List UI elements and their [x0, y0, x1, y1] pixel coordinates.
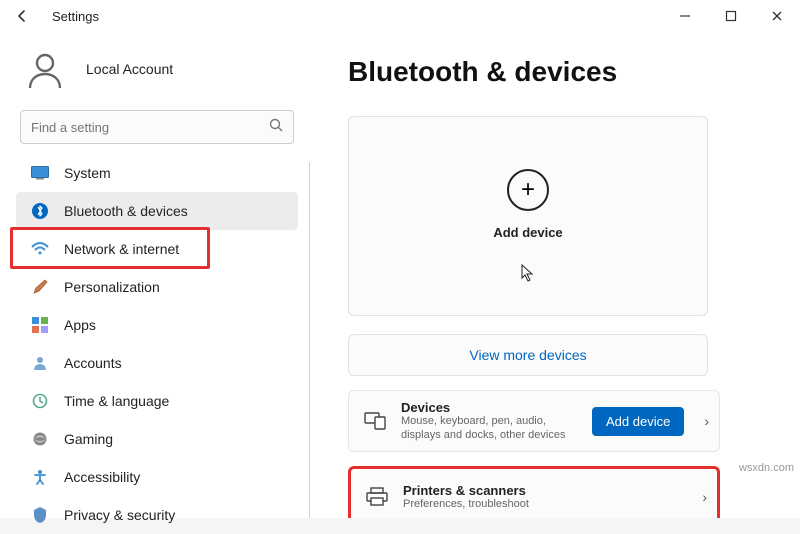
printer-icon: [365, 485, 389, 509]
devices-text: Devices Mouse, keyboard, pen, audio, dis…: [401, 400, 578, 441]
clock-icon: [30, 391, 50, 411]
watermark: wsxdn.com: [739, 462, 794, 474]
nav-label: Accessibility: [64, 469, 140, 485]
shield-icon: [30, 505, 50, 525]
maximize-button[interactable]: [708, 0, 754, 32]
arrow-left-icon: [14, 8, 30, 24]
account-block[interactable]: Local Account: [22, 46, 300, 92]
devices-icon: [363, 409, 387, 433]
search-input[interactable]: [20, 110, 294, 144]
add-device-card[interactable]: + Add device: [348, 116, 708, 316]
printers-title: Printers & scanners: [403, 483, 682, 498]
user-icon: [24, 48, 66, 90]
nav-label: Personalization: [64, 279, 160, 295]
nav-label: Accounts: [64, 355, 122, 371]
printers-row[interactable]: Printers & scanners Preferences, trouble…: [348, 466, 720, 518]
sidebar: Local Account System Bluetooth & devices: [0, 32, 310, 518]
nav-label: Bluetooth & devices: [64, 203, 188, 219]
sidebar-item-personalization[interactable]: Personalization: [16, 268, 298, 306]
avatar: [22, 46, 68, 92]
back-button[interactable]: [8, 2, 36, 30]
brush-icon: [30, 277, 50, 297]
printers-text: Printers & scanners Preferences, trouble…: [403, 483, 682, 511]
chevron-right-icon: ›: [702, 489, 707, 505]
plus-icon: +: [507, 169, 549, 211]
search-icon: [269, 118, 284, 133]
add-device-label: Add device: [493, 225, 562, 240]
account-name: Local Account: [86, 61, 173, 77]
printers-sub: Preferences, troubleshoot: [403, 498, 682, 511]
accessibility-icon: [30, 467, 50, 487]
chevron-right-icon: ›: [704, 413, 709, 429]
nav-label: System: [64, 165, 111, 181]
sidebar-item-gaming[interactable]: Gaming: [16, 420, 298, 458]
sidebar-item-accessibility[interactable]: Accessibility: [16, 458, 298, 496]
sidebar-item-bluetooth[interactable]: Bluetooth & devices: [16, 192, 298, 230]
devices-sub: Mouse, keyboard, pen, audio, displays an…: [401, 415, 578, 441]
content-area: Local Account System Bluetooth & devices: [0, 32, 800, 518]
nav-label: Gaming: [64, 431, 113, 447]
main-panel: Bluetooth & devices + Add device View mo…: [310, 32, 800, 518]
accounts-icon: [30, 353, 50, 373]
sidebar-item-accounts[interactable]: Accounts: [16, 344, 298, 382]
sidebar-item-apps[interactable]: Apps: [16, 306, 298, 344]
sidebar-item-network[interactable]: Network & internet: [16, 230, 298, 268]
minimize-button[interactable]: [662, 0, 708, 32]
nav-label: Time & language: [64, 393, 169, 409]
sidebar-item-system[interactable]: System: [16, 154, 298, 192]
close-button[interactable]: [754, 0, 800, 32]
search-wrap: [20, 110, 294, 144]
wifi-icon: [30, 239, 50, 259]
devices-row[interactable]: Devices Mouse, keyboard, pen, audio, dis…: [348, 390, 720, 452]
system-icon: [30, 163, 50, 183]
view-more-devices[interactable]: View more devices: [348, 334, 708, 376]
sidebar-divider: [309, 162, 310, 518]
sidebar-item-privacy[interactable]: Privacy & security: [16, 496, 298, 534]
sidebar-item-time[interactable]: Time & language: [16, 382, 298, 420]
settings-window: Settings Local Account: [0, 0, 800, 518]
apps-icon: [30, 315, 50, 335]
bluetooth-icon: [30, 201, 50, 221]
nav-label: Privacy & security: [64, 507, 175, 523]
nav-label: Apps: [64, 317, 96, 333]
view-more-label: View more devices: [469, 347, 586, 363]
nav-label: Network & internet: [64, 241, 179, 257]
nav-list: System Bluetooth & devices Network & int…: [12, 154, 310, 534]
add-device-button[interactable]: Add device: [592, 407, 684, 436]
window-title: Settings: [52, 9, 99, 24]
gaming-icon: [30, 429, 50, 449]
page-title: Bluetooth & devices: [348, 56, 780, 88]
titlebar: Settings: [0, 0, 800, 32]
window-controls: [662, 0, 800, 32]
devices-title: Devices: [401, 400, 578, 415]
